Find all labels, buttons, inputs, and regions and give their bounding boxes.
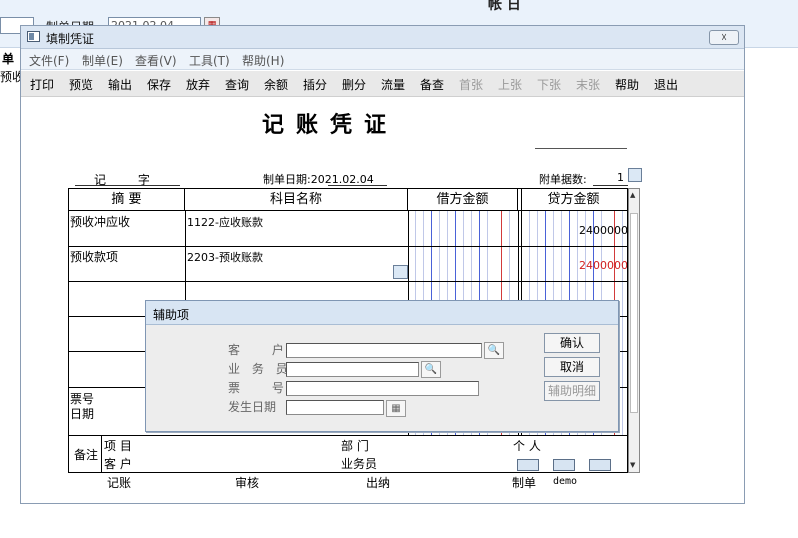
query-button[interactable]: 查询 — [225, 76, 249, 93]
salesman-label: 业 务 员 — [228, 362, 292, 376]
footer-audit-label: 审核 — [235, 476, 260, 490]
help-button[interactable]: 帮助 — [615, 76, 639, 93]
cashflow-button[interactable]: 流量 — [381, 76, 405, 93]
entry-summary[interactable]: 预收款项 — [70, 248, 118, 265]
delete-entry-button[interactable]: 删分 — [342, 76, 366, 93]
menu-tools[interactable]: 工具(T) — [189, 52, 230, 69]
save-button[interactable]: 保存 — [147, 76, 171, 93]
column-header-debit: 借方金额 — [408, 189, 518, 211]
scroll-up-icon[interactable]: ▲ — [630, 191, 635, 199]
search-icon[interactable] — [393, 265, 408, 279]
first-page-button[interactable]: 首张 — [459, 76, 483, 93]
row-divider — [69, 435, 627, 436]
column-header-summary: 摘 要 — [69, 189, 185, 211]
search-icon[interactable] — [628, 168, 642, 182]
salesman-label: 业务员 — [341, 457, 378, 471]
window-icon — [27, 31, 40, 42]
project-label: 项 目 — [104, 439, 132, 453]
dialog-titlebar[interactable]: 辅助项 — [146, 301, 618, 325]
tools-icon[interactable] — [589, 459, 611, 471]
window-title: 填制凭证 — [46, 32, 95, 46]
department-label: 部 门 — [341, 439, 369, 453]
attachment-count-label: 附单据数: — [539, 173, 587, 186]
search-icon[interactable]: 🔍 — [484, 342, 504, 359]
voucher-title: 记账凭证 — [262, 112, 399, 138]
calendar-icon[interactable]: ▦ — [386, 400, 406, 417]
voucher-date-label: 制单日期: — [263, 173, 311, 186]
background-left-text: 单 — [2, 52, 15, 66]
menu-view[interactable]: 查看(V) — [135, 52, 177, 69]
footer-maker-value: demo — [553, 476, 578, 487]
window-titlebar[interactable]: 填制凭证 ☓ — [21, 26, 744, 49]
discard-button[interactable]: 放弃 — [186, 76, 210, 93]
aux-detail-button[interactable]: 辅助明细 — [544, 381, 600, 401]
exit-button[interactable]: 退出 — [654, 76, 678, 93]
voucher-date-underline — [328, 185, 387, 186]
footer-bookkeeping-label: 记账 — [107, 476, 132, 490]
footer-cashier-label: 出纳 — [366, 476, 391, 490]
person-label: 个 人 — [513, 439, 541, 453]
menu-file[interactable]: 文件(F) — [29, 52, 69, 69]
cancel-button[interactable]: 取消 — [544, 357, 600, 377]
row-divider — [69, 246, 627, 247]
balance-button[interactable]: 余额 — [264, 76, 288, 93]
occurrence-date-label: 发生日期 — [228, 400, 277, 414]
voucher-type-underline — [75, 185, 180, 186]
column-header-credit: 贷方金额 — [518, 189, 627, 211]
remark-label: 备注 — [74, 448, 99, 462]
close-button[interactable]: ☓ — [709, 30, 739, 45]
calculator-icon[interactable] — [553, 459, 575, 471]
next-page-button[interactable]: 下张 — [537, 76, 561, 93]
salesman-input[interactable] — [286, 362, 419, 377]
entry-credit-amount[interactable]: 2400000 — [579, 224, 627, 237]
entry-account[interactable]: 1122-应收账款 — [187, 214, 263, 230]
search-icon[interactable]: 🔍 — [421, 361, 441, 378]
memo-query-button[interactable]: 备查 — [420, 76, 444, 93]
preview-button[interactable]: 预览 — [69, 76, 93, 93]
menu-bar: 文件(F) 制单(E) 查看(V) 工具(T) 帮助(H) — [21, 49, 744, 70]
insert-entry-button[interactable]: 插分 — [303, 76, 327, 93]
toolbar: 打印 预览 输出 保存 放弃 查询 余额 插分 删分 流量 备查 首张 上张 下… — [21, 71, 744, 97]
column-header-account: 科目名称 — [185, 189, 408, 211]
scroll-down-icon[interactable]: ▼ — [630, 461, 635, 469]
ticket-date-label: 日期 — [70, 407, 95, 421]
background-heading: 帐 日 — [488, 0, 521, 13]
entry-account[interactable]: 2203-预收账款 — [187, 249, 263, 265]
confirm-button[interactable]: 确认 — [544, 333, 600, 353]
vertical-scrollbar[interactable]: ▲ ▼ — [628, 188, 640, 473]
menu-help[interactable]: 帮助(H) — [242, 52, 284, 69]
attachment-count-value[interactable]: 1 — [617, 171, 624, 184]
dialog-title: 辅助项 — [153, 308, 190, 322]
customer-label: 客 户 — [104, 457, 132, 471]
export-button[interactable]: 输出 — [108, 76, 132, 93]
customer-input[interactable] — [286, 343, 482, 358]
bank-card-icon[interactable] — [517, 459, 539, 471]
attachment-underline — [593, 185, 628, 186]
prev-page-button[interactable]: 上张 — [498, 76, 522, 93]
scrollbar-thumb[interactable] — [630, 213, 638, 413]
remark-divider — [101, 435, 102, 472]
money-grid-line — [622, 211, 623, 435]
auxiliary-dialog: 辅助项 客 户 🔍 业 务 员 🔍 票 号 发生日期 ▦ 确认 取消 辅助明细 — [145, 300, 619, 432]
ticket-number-input[interactable] — [286, 381, 479, 396]
occurrence-date-input[interactable] — [286, 400, 384, 415]
last-page-button[interactable]: 末张 — [576, 76, 600, 93]
voucher-number-line — [535, 148, 627, 149]
footer-maker-label: 制单 — [512, 476, 537, 490]
row-divider — [69, 281, 627, 282]
entry-credit-amount[interactable]: 2400000 — [579, 259, 627, 272]
entry-summary[interactable]: 预收冲应收 — [70, 213, 130, 230]
menu-voucher[interactable]: 制单(E) — [82, 52, 123, 69]
print-button[interactable]: 打印 — [30, 76, 54, 93]
